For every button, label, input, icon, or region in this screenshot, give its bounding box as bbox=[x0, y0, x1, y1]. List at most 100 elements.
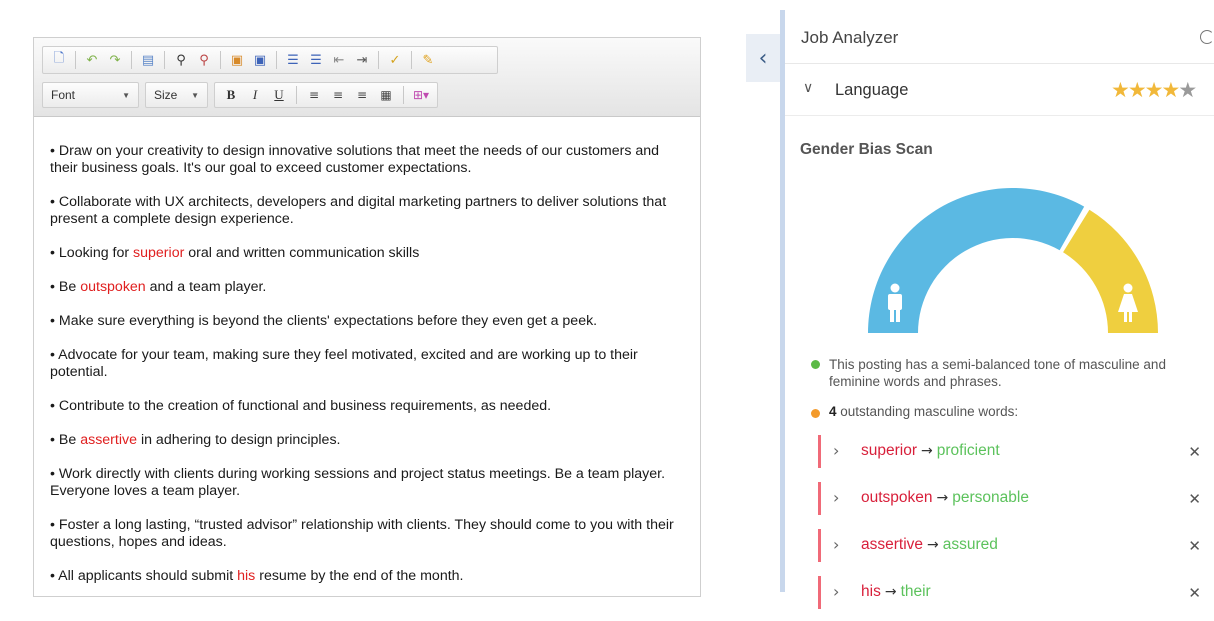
format-button-group: B I U ≡ ≡ ≡ ▦ ⊞▾ bbox=[214, 82, 438, 108]
insert-media-icon[interactable]: ▣ bbox=[250, 50, 270, 70]
word-suggestion-row[interactable]: › outspoken → personable ✕ bbox=[811, 480, 1207, 527]
paragraph-text: • Draw on your creativity to design inno… bbox=[50, 143, 660, 176]
close-icon[interactable]: ✕ bbox=[1188, 443, 1201, 461]
word-suggestion-row[interactable]: › assertive → assured ✕ bbox=[811, 527, 1207, 574]
star-icon: ★ bbox=[1111, 78, 1130, 102]
paragraph-text: • Collaborate with UX architects, develo… bbox=[50, 194, 667, 227]
status-dot bbox=[811, 360, 820, 369]
chevron-right-icon[interactable]: › bbox=[833, 488, 839, 507]
editor-paragraph: • Work directly with clients during work… bbox=[50, 466, 684, 500]
chevron-right-icon[interactable]: › bbox=[833, 441, 839, 460]
paragraph-text: • Foster a long lasting, “trusted adviso… bbox=[50, 517, 674, 550]
word-suggestion-row[interactable]: › superior → proficient ✕ bbox=[811, 433, 1207, 480]
editor-paragraph: • Collaborate with UX architects, develo… bbox=[50, 194, 684, 228]
table-icon[interactable]: ⊞▾ bbox=[411, 85, 431, 105]
editor-paragraph: • All applicants should submit his resum… bbox=[50, 568, 684, 585]
suggestion-text: assertive → assured bbox=[861, 536, 998, 554]
word-suggestion-row[interactable]: › his → their ✕ bbox=[811, 574, 1207, 621]
refresh-icon[interactable] bbox=[1200, 30, 1214, 44]
editor-paragraph: • Foster a long lasting, “trusted adviso… bbox=[50, 517, 684, 551]
undo-icon[interactable]: ↶ bbox=[82, 50, 102, 70]
toolbar-separator bbox=[411, 51, 412, 69]
insert-image-icon[interactable]: ▣ bbox=[227, 50, 247, 70]
unordered-list-icon[interactable]: ☰ bbox=[306, 50, 326, 70]
suggested-word[interactable]: assured bbox=[943, 536, 998, 553]
arrow-right-icon: → bbox=[921, 443, 933, 459]
toolbar-row-actions: 🗋 ↶ ↷ ▤ ⚲ ⚲ ▣ ▣ ☰ ☰ ⇤ ⇥ ✓ ✎ bbox=[42, 46, 498, 74]
toolbar-separator bbox=[220, 51, 221, 69]
suggested-word[interactable]: personable bbox=[952, 489, 1029, 506]
toolbar-row-format: Font ▼ Size ▼ B I U ≡ ≡ ≡ ▦ ⊞▾ bbox=[42, 80, 438, 110]
spellcheck-icon[interactable]: ✓ bbox=[385, 50, 405, 70]
redo-icon[interactable]: ↷ bbox=[105, 50, 125, 70]
toolbar-separator bbox=[403, 86, 404, 104]
collapse-panel-button[interactable]: ‹ bbox=[746, 34, 780, 82]
flagged-word[interactable]: outspoken bbox=[80, 279, 145, 295]
size-select[interactable]: Size ▼ bbox=[145, 82, 208, 108]
suggestion-text: superior → proficient bbox=[861, 442, 1000, 460]
paragraph-text: and a team player. bbox=[145, 279, 267, 295]
ordered-list-icon[interactable]: ☰ bbox=[283, 50, 303, 70]
arrow-right-icon: → bbox=[884, 584, 897, 600]
editor-content[interactable]: • Draw on your creativity to design inno… bbox=[34, 117, 700, 585]
font-select-label: Font bbox=[51, 88, 76, 102]
close-icon[interactable]: ✕ bbox=[1188, 537, 1201, 555]
suggested-word[interactable]: proficient bbox=[937, 442, 1000, 459]
masculine-count-suffix: outstanding masculine words: bbox=[836, 404, 1019, 419]
size-select-label: Size bbox=[154, 88, 178, 102]
arrow-right-icon: → bbox=[936, 490, 949, 506]
editor-paragraph: • Be assertive in adhering to design pri… bbox=[50, 432, 684, 449]
chevron-down-icon: ▼ bbox=[191, 90, 199, 100]
italic-button[interactable]: I bbox=[245, 85, 265, 105]
outdent-icon[interactable]: ⇤ bbox=[329, 50, 349, 70]
flagged-word[interactable]: superior bbox=[133, 245, 184, 261]
paragraph-text: resume by the end of the month. bbox=[255, 568, 464, 584]
gauge-feminine-segment bbox=[1063, 209, 1158, 333]
language-section-toggle[interactable]: ∨ Language ★★★★★ bbox=[785, 64, 1214, 116]
replace-icon[interactable]: ⚲ bbox=[194, 50, 214, 70]
chevron-left-icon: ‹ bbox=[758, 45, 768, 71]
flag-bar bbox=[818, 529, 821, 562]
warning-dot bbox=[811, 409, 820, 418]
underline-button[interactable]: U bbox=[269, 85, 289, 105]
clear-format-icon[interactable]: ✎ bbox=[418, 50, 438, 70]
language-label: Language bbox=[835, 81, 909, 99]
paragraph-text: • Advocate for your team, making sure th… bbox=[50, 347, 638, 380]
masculine-word-list: › superior → proficient ✕ › outspoken → personab… bbox=[811, 433, 1207, 621]
bold-button[interactable]: B bbox=[221, 85, 241, 105]
align-justify-icon[interactable]: ▦ bbox=[376, 85, 396, 105]
panel-title: Job Analyzer bbox=[801, 28, 899, 47]
paragraph-text: • Work directly with clients during work… bbox=[50, 466, 666, 499]
masculine-count-text: 4 outstanding masculine words: bbox=[811, 404, 1018, 419]
paragraph-text: • Be bbox=[50, 279, 81, 295]
align-left-icon[interactable]: ≡ bbox=[304, 85, 324, 105]
new-document-icon[interactable]: 🗋 bbox=[49, 50, 69, 70]
paragraph-text: • Looking for bbox=[50, 245, 134, 261]
paragraph-text: in adhering to design principles. bbox=[137, 432, 341, 448]
find-icon[interactable]: ⚲ bbox=[171, 50, 191, 70]
chevron-down-icon: ▼ bbox=[122, 90, 130, 100]
align-center-icon[interactable]: ≡ bbox=[328, 85, 348, 105]
flagged-word: superior bbox=[861, 442, 917, 459]
editor-paragraph: • Draw on your creativity to design inno… bbox=[50, 143, 684, 177]
align-right-icon[interactable]: ≡ bbox=[352, 85, 372, 105]
close-icon[interactable]: ✕ bbox=[1188, 584, 1201, 602]
close-icon[interactable]: ✕ bbox=[1188, 490, 1201, 508]
job-analyzer-panel: Job Analyzer ∨ Language ★★★★★ Gender Bia… bbox=[780, 10, 1214, 609]
editor-paragraph: • Be outspoken and a team player. bbox=[50, 279, 684, 296]
paragraph-text: • Contribute to the creation of function… bbox=[50, 398, 552, 414]
chevron-right-icon[interactable]: › bbox=[833, 535, 839, 554]
flag-bar bbox=[818, 435, 821, 468]
editor-paragraph: • Looking for superior oral and written … bbox=[50, 245, 684, 262]
flagged-word[interactable]: assertive bbox=[80, 432, 137, 448]
indent-icon[interactable]: ⇥ bbox=[352, 50, 372, 70]
font-select[interactable]: Font ▼ bbox=[42, 82, 139, 108]
flagged-word[interactable]: his bbox=[237, 568, 255, 584]
gauge-masculine-segment bbox=[868, 187, 1085, 333]
select-all-icon[interactable]: ▤ bbox=[138, 50, 158, 70]
suggestion-text: his → their bbox=[861, 583, 931, 601]
gender-bias-gauge bbox=[868, 187, 1158, 333]
rich-text-editor[interactable]: 🗋 ↶ ↷ ▤ ⚲ ⚲ ▣ ▣ ☰ ☰ ⇤ ⇥ ✓ ✎ Font ▼ Size … bbox=[33, 37, 701, 597]
masculine-count-value: 4 bbox=[829, 404, 837, 419]
flag-bar bbox=[818, 482, 821, 515]
